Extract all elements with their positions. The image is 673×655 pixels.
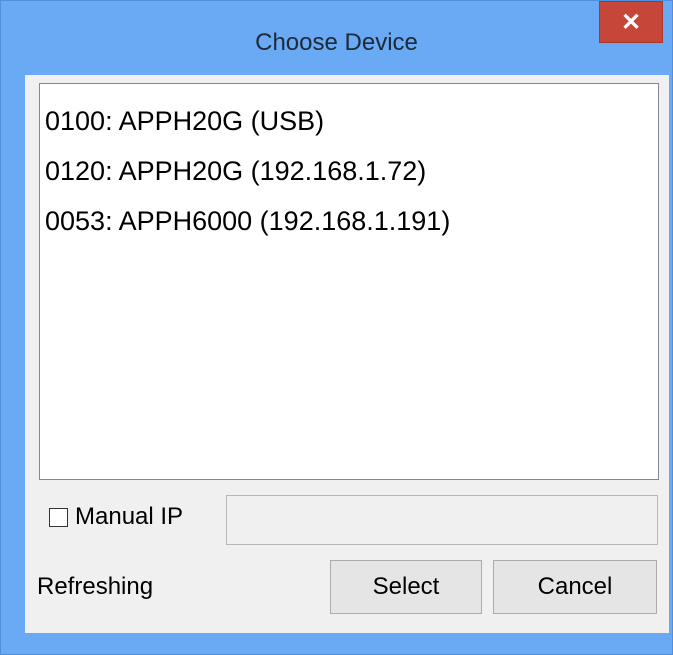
device-list-item-0[interactable]: 0100: APPH20G (USB)	[40, 96, 658, 146]
manual-ip-label: Manual IP	[75, 503, 184, 530]
close-button[interactable]: ✕	[599, 1, 663, 43]
device-list-item-2[interactable]: 0053: APPH6000 (192.168.1.191)	[40, 196, 658, 246]
window-title: Choose Device	[255, 29, 418, 56]
cancel-button[interactable]: Cancel	[493, 560, 657, 614]
dialog-body: 0100: APPH20G (USB) 0120: APPH20G (192.1…	[25, 75, 669, 633]
manual-ip-checkbox[interactable]	[49, 507, 68, 527]
device-list[interactable]: 0100: APPH20G (USB) 0120: APPH20G (192.1…	[39, 83, 659, 480]
title-bar[interactable]: Choose Device ✕	[1, 1, 672, 83]
close-icon: ✕	[620, 8, 642, 36]
status-text: Refreshing	[37, 573, 154, 600]
manual-ip-checkbox-row[interactable]: Manual IP	[49, 497, 183, 537]
choose-device-dialog: Choose Device ✕ 0100: APPH20G (USB) 0120…	[0, 0, 673, 655]
select-button[interactable]: Select	[330, 560, 482, 614]
manual-ip-input[interactable]	[226, 495, 658, 545]
device-list-item-1[interactable]: 0120: APPH20G (192.168.1.72)	[40, 146, 658, 196]
